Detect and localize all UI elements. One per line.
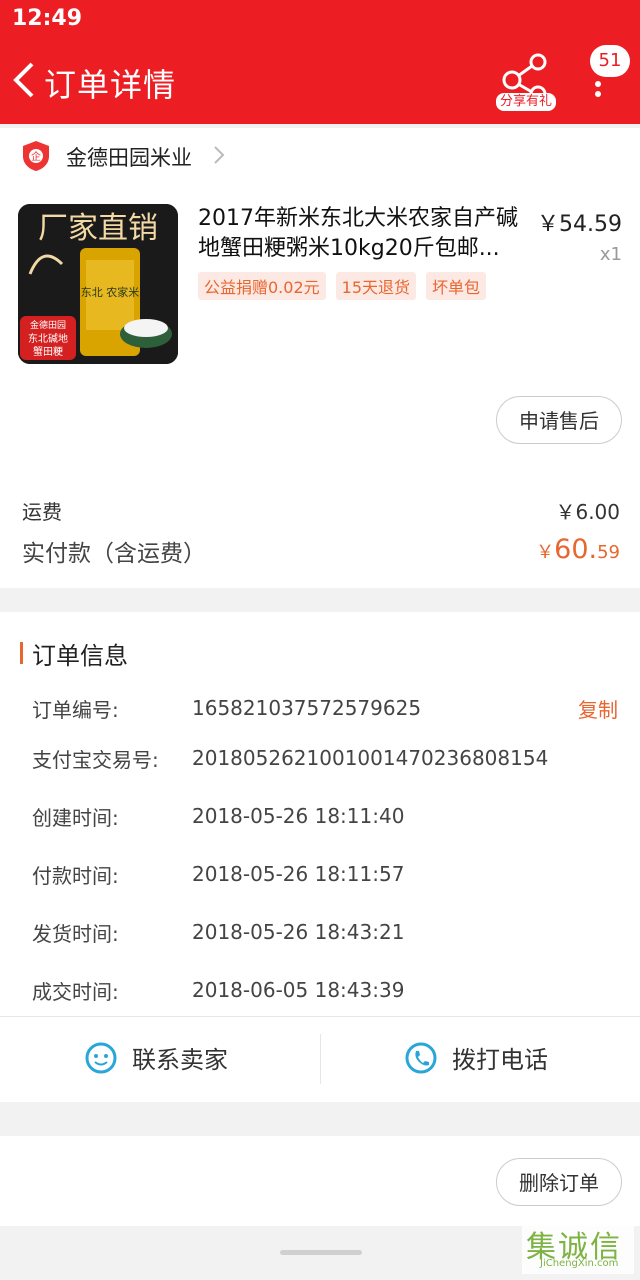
chat-face-icon <box>85 1042 117 1073</box>
order-info-card: 订单信息 订单编号: 165821037572579625 复制 支付宝交易号:… <box>0 612 640 1102</box>
shipped-time-value: 2018-05-26 18:43:21 <box>192 920 405 944</box>
deal-time-label: 成交时间: <box>32 980 119 1004</box>
app-header: 12:49 订单详情 分享有礼 51 <box>0 0 640 124</box>
share-gift-label[interactable]: 分享有礼 <box>496 93 557 111</box>
paid-time-value: 2018-05-26 18:11:57 <box>192 862 405 886</box>
tag-charity: 公益捐赠0.02元 <box>198 272 326 300</box>
page-title: 订单详情 <box>44 66 177 104</box>
created-time-value: 2018-05-26 18:11:40 <box>192 804 405 828</box>
back-arrow-icon[interactable] <box>12 62 36 98</box>
status-time: 12:49 <box>12 6 83 31</box>
paid-label: 实付款（含运费） <box>22 541 206 567</box>
paid-amount: ￥60.59 <box>536 534 620 565</box>
product-badge-top: 金德田园 <box>30 319 66 331</box>
after-sales-button[interactable]: 申请售后 <box>496 396 622 444</box>
shop-name[interactable]: 金德田园米业 <box>66 142 192 172</box>
product-tags: 公益捐赠0.02元 15天退货 坏单包 <box>198 272 487 300</box>
svg-text:企: 企 <box>31 150 41 163</box>
product-badge-bottom: 蟹田粳 <box>33 345 63 358</box>
product-bag-text: 东北 农家米 <box>81 285 140 299</box>
product-quantity: x1 <box>599 244 622 265</box>
more-dots-icon[interactable] <box>588 70 608 106</box>
delete-order-button[interactable]: 删除订单 <box>496 1158 622 1206</box>
divider <box>0 1016 640 1017</box>
bottom-action-bar: 删除订单 <box>0 1136 640 1226</box>
product-title[interactable]: 2017年新米东北大米农家自产碱地蟹田粳粥米10kg20斤包邮... <box>198 204 528 264</box>
product-banner-text: 厂家直销 <box>38 211 158 246</box>
order-number-label: 订单编号: <box>32 698 119 722</box>
order-product-card: 企 金德田园米业 厂家直销 东北 农家米 金德田园 东北碱地 蟹田粳 2017年… <box>0 128 640 588</box>
product-image[interactable]: 厂家直销 东北 农家米 金德田园 东北碱地 蟹田粳 <box>18 204 178 364</box>
copy-button[interactable]: 复制 <box>578 694 618 723</box>
chevron-right-icon[interactable] <box>212 144 226 166</box>
alipay-trade-value: 2018052621001001470236808154 <box>192 746 549 770</box>
watermark: 集诚信 JiChengXin.com <box>522 1222 634 1274</box>
section-accent-bar <box>20 642 23 664</box>
shipping-label: 运费 <box>22 500 62 524</box>
contact-seller-button[interactable]: 联系卖家 <box>84 1040 228 1075</box>
alipay-trade-label: 支付宝交易号: <box>32 748 159 772</box>
contact-seller-label: 联系卖家 <box>132 1046 228 1074</box>
watermark-url: JiChengXin.com <box>540 1258 619 1269</box>
tag-return: 15天退货 <box>335 272 417 300</box>
home-indicator[interactable] <box>280 1250 362 1255</box>
call-phone-button[interactable]: 拨打电话 <box>404 1040 548 1075</box>
paid-currency: ￥ <box>536 542 555 563</box>
product-badge-mid: 东北碱地 <box>28 332 68 345</box>
shipping-value: ￥6.00 <box>555 500 620 524</box>
call-phone-label: 拨打电话 <box>452 1046 548 1074</box>
created-time-label: 创建时间: <box>32 806 119 830</box>
phone-icon <box>405 1042 437 1073</box>
paid-integer: 60. <box>554 534 598 565</box>
paid-decimal: 59 <box>597 542 620 563</box>
tag-broken-guarantee: 坏单包 <box>426 272 487 300</box>
vertical-divider <box>320 1034 321 1084</box>
product-price: ￥54.59 <box>537 212 622 237</box>
order-info-title: 订单信息 <box>32 642 128 670</box>
order-number-value: 165821037572579625 <box>192 696 422 720</box>
paid-time-label: 付款时间: <box>32 864 119 888</box>
shipped-time-label: 发货时间: <box>32 922 119 946</box>
shop-enterprise-icon: 企 <box>23 141 49 171</box>
deal-time-value: 2018-06-05 18:43:39 <box>192 978 405 1002</box>
